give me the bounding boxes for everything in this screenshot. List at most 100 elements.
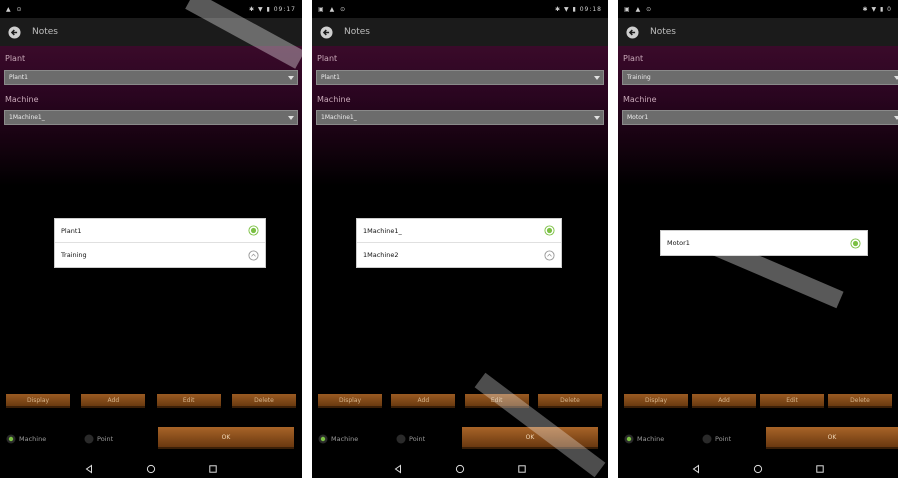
- machine-radio[interactable]: Machine: [318, 434, 358, 444]
- phone-screen-1: ▲ ⊙ ✱ ▼ ▮ 09:17 Notes Plant Plant1 Machi…: [0, 0, 302, 478]
- machine-label: Machine: [317, 95, 351, 104]
- plant-spinner-value: Training: [627, 74, 651, 81]
- status-bar: ▲ ⊙ ✱ ▼ ▮ 09:17: [0, 0, 302, 18]
- action-button-row: Display Add Edit Delete: [0, 394, 302, 410]
- display-button[interactable]: Display: [624, 394, 688, 408]
- point-radio[interactable]: Point: [702, 434, 731, 444]
- filter-form: Plant Training Machine Motor1: [618, 46, 898, 186]
- radio-unselected-icon[interactable]: [248, 249, 259, 261]
- add-button[interactable]: Add: [81, 394, 146, 408]
- system-nav-bar: [312, 460, 608, 478]
- machine-radio[interactable]: Machine: [624, 434, 664, 444]
- point-radio-label: Point: [715, 435, 732, 443]
- system-nav-bar: [618, 460, 898, 478]
- nav-home-icon[interactable]: [146, 464, 156, 474]
- machine-spinner[interactable]: Motor1: [622, 110, 898, 125]
- radio-selected-icon[interactable]: [248, 225, 259, 236]
- dropdown-arrow-icon: [285, 75, 297, 80]
- ok-button[interactable]: OK: [462, 427, 598, 449]
- nav-recents-icon[interactable]: [517, 464, 527, 474]
- dropdown-arrow-icon: [591, 75, 603, 80]
- action-button-row: Display Add Edit Delete: [618, 394, 898, 410]
- radio-selected-icon: [6, 434, 16, 444]
- plant-select-dialog: Plant1 Training: [54, 218, 266, 268]
- nav-back-icon[interactable]: [84, 464, 94, 474]
- radio-selected-icon: [624, 434, 634, 444]
- app-bar: Notes: [312, 18, 608, 46]
- point-radio[interactable]: Point: [396, 434, 425, 444]
- edit-button[interactable]: Edit: [464, 394, 529, 408]
- dialog-option[interactable]: Training: [55, 243, 265, 267]
- phone-screen-3: ▣ ▲ ⊙ ✱ ▼ ▮ 0 Notes Plant Training Machi…: [618, 0, 898, 478]
- display-button[interactable]: Display: [318, 394, 382, 408]
- radio-selected-icon: [318, 434, 328, 444]
- delete-button[interactable]: Delete: [231, 394, 296, 408]
- point-radio-label: Point: [409, 435, 426, 443]
- page-title: Notes: [344, 27, 370, 37]
- machine-spinner-value: 1Machine1_: [9, 114, 45, 121]
- nav-recents-icon[interactable]: [815, 464, 825, 474]
- edit-button[interactable]: Edit: [156, 394, 221, 408]
- plant-spinner[interactable]: Plant1: [4, 70, 298, 85]
- machine-select-dialog: 1Machine1_ 1Machine2: [356, 218, 562, 268]
- dialog-option[interactable]: 1Machine1_: [357, 219, 561, 243]
- selection-row: Machine Point OK: [312, 426, 608, 452]
- point-radio[interactable]: Point: [84, 434, 113, 444]
- status-icons-left: ▣ ▲ ⊙: [318, 5, 348, 13]
- add-button[interactable]: Add: [692, 394, 756, 408]
- app-bar: Notes: [618, 18, 898, 46]
- nav-back-icon[interactable]: [393, 464, 403, 474]
- app-bar: Notes: [0, 18, 302, 46]
- dialog-option[interactable]: 1Machine2: [357, 243, 561, 267]
- option-label: Training: [61, 251, 87, 259]
- status-bar: ▣ ▲ ⊙ ✱ ▼ ▮ 09:18: [312, 0, 608, 18]
- add-button[interactable]: Add: [391, 394, 456, 408]
- machine-label: Machine: [623, 95, 657, 104]
- ok-button[interactable]: OK: [766, 427, 898, 449]
- radio-selected-icon[interactable]: [544, 225, 555, 236]
- nav-home-icon[interactable]: [753, 464, 763, 474]
- delete-button[interactable]: Delete: [828, 394, 892, 408]
- status-bar: ▣ ▲ ⊙ ✱ ▼ ▮ 0: [618, 0, 898, 18]
- nav-back-icon[interactable]: [691, 464, 701, 474]
- plant-spinner[interactable]: Training: [622, 70, 898, 85]
- system-nav-bar: [0, 460, 302, 478]
- radio-unselected-icon: [84, 434, 94, 444]
- back-arrow-icon[interactable]: [8, 25, 21, 39]
- machine-radio-label: Machine: [19, 435, 47, 443]
- radio-selected-icon[interactable]: [850, 237, 861, 249]
- plant-spinner[interactable]: Plant1: [316, 70, 604, 85]
- dropdown-arrow-icon: [891, 115, 898, 120]
- machine-spinner-value: 1Machine1_: [321, 114, 357, 121]
- machine-radio[interactable]: Machine: [6, 434, 46, 444]
- machine-select-dialog: Motor1: [660, 230, 868, 256]
- plant-spinner-value: Plant1: [9, 74, 28, 81]
- radio-unselected-icon[interactable]: [544, 249, 555, 261]
- dropdown-arrow-icon: [285, 115, 297, 120]
- machine-spinner[interactable]: 1Machine1_: [4, 110, 298, 125]
- dialog-option[interactable]: Plant1: [55, 219, 265, 243]
- machine-label: Machine: [5, 95, 39, 104]
- plant-label: Plant: [5, 54, 26, 63]
- selection-row: Machine Point OK: [0, 426, 302, 452]
- plant-label: Plant: [623, 54, 644, 63]
- dialog-option[interactable]: Motor1: [661, 231, 867, 255]
- back-arrow-icon[interactable]: [626, 25, 639, 39]
- machine-radio-label: Machine: [331, 435, 359, 443]
- machine-radio-label: Machine: [637, 435, 665, 443]
- status-icons-left: ▣ ▲ ⊙: [624, 5, 654, 13]
- status-icons-right: ✱ ▼ ▮ 09:18: [555, 5, 602, 13]
- back-arrow-icon[interactable]: [320, 25, 333, 39]
- status-icons-left: ▲ ⊙: [6, 5, 24, 13]
- display-button[interactable]: Display: [6, 394, 70, 408]
- machine-spinner[interactable]: 1Machine1_: [316, 110, 604, 125]
- nav-recents-icon[interactable]: [208, 464, 218, 474]
- edit-button[interactable]: Edit: [760, 394, 824, 408]
- option-label: 1Machine2: [363, 251, 399, 259]
- delete-button[interactable]: Delete: [537, 394, 602, 408]
- ok-button[interactable]: OK: [158, 427, 294, 449]
- status-icons-right: ✱ ▼ ▮ 09:17: [249, 5, 296, 13]
- point-radio-label: Point: [97, 435, 114, 443]
- radio-unselected-icon: [702, 434, 712, 444]
- nav-home-icon[interactable]: [455, 464, 465, 474]
